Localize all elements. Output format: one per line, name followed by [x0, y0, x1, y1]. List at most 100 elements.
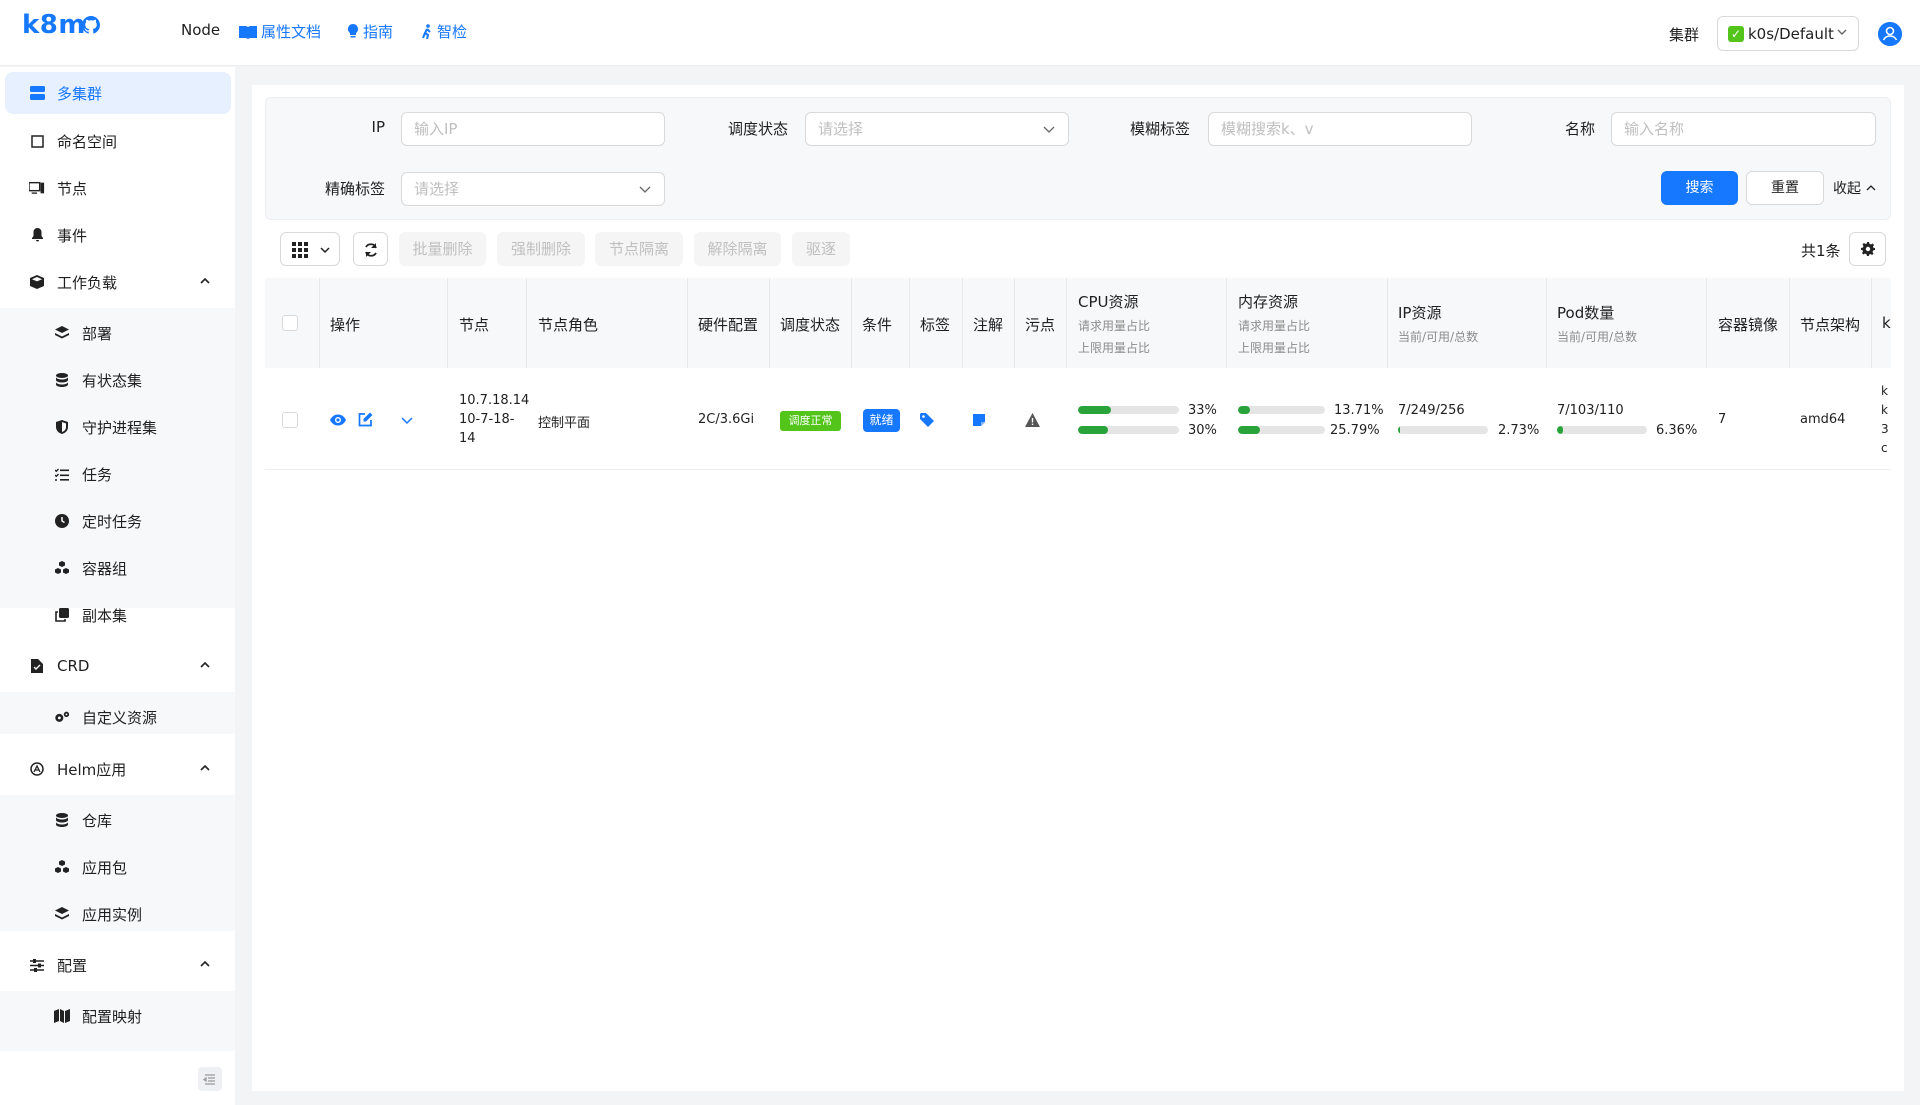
- sidebar-item-label: 配置: [57, 956, 88, 975]
- sidebar-item-config[interactable]: 配置: [5, 944, 231, 986]
- node-name-line3[interactable]: 14: [459, 431, 476, 446]
- schedule-status-badge: 调度正常: [780, 411, 841, 431]
- user-avatar-icon[interactable]: [1878, 22, 1902, 46]
- col-images[interactable]: 容器镜像: [1718, 314, 1778, 335]
- sidebar-item-crd[interactable]: CRD: [5, 645, 231, 687]
- nav-inspect[interactable]: 智检: [421, 21, 467, 42]
- view-eye-icon[interactable]: [330, 413, 346, 427]
- sidebar-item-label: 应用实例: [82, 905, 143, 924]
- cpu-limit-fill: [1078, 426, 1109, 434]
- clone-icon: [54, 607, 70, 623]
- nav-docs[interactable]: 属性文档: [239, 21, 321, 42]
- col-taints[interactable]: 污点: [1025, 314, 1055, 335]
- sidebar-item-helm[interactable]: Helm应用: [5, 748, 231, 790]
- ip-usage-fill: [1398, 426, 1401, 434]
- sidebar-item-custom-resources[interactable]: 自定义资源: [0, 696, 235, 738]
- clipped-text: 3: [1881, 422, 1889, 436]
- sidebar-item-daemonsets[interactable]: 守护进程集: [0, 406, 235, 448]
- app-logo[interactable]: k8m: [22, 10, 86, 40]
- col-labels[interactable]: 标签: [920, 314, 950, 335]
- drain-button[interactable]: 驱逐: [792, 232, 850, 266]
- chevron-up-icon: [200, 960, 210, 967]
- sidebar-item-label: 命名空间: [57, 132, 118, 151]
- sidebar-item-workloads[interactable]: 工作负载: [5, 261, 231, 303]
- col-memory[interactable]: 内存资源: [1238, 291, 1298, 312]
- sidebar-item-replicasets[interactable]: 副本集: [0, 594, 235, 636]
- col-arch[interactable]: 节点架构: [1800, 314, 1860, 335]
- sidebar-item-helm-charts[interactable]: 应用包: [0, 846, 235, 888]
- sched-select[interactable]: 请选择: [805, 112, 1069, 146]
- column-separator: [687, 278, 688, 368]
- row-checkbox[interactable]: [282, 412, 298, 428]
- chevron-down-icon: [1837, 29, 1847, 35]
- sidebar-item-namespace[interactable]: 命名空间: [5, 120, 231, 162]
- cordon-button[interactable]: 节点隔离: [595, 232, 683, 266]
- col-ip-sub: 当前/可用/总数: [1398, 330, 1479, 344]
- col-mem-sub1: 请求用量占比: [1238, 319, 1311, 333]
- sidebar-item-label: Helm应用: [57, 760, 127, 779]
- database-icon: [54, 812, 70, 828]
- cpu-request-fill: [1078, 406, 1112, 414]
- sidebar-collapse-button[interactable]: [198, 1067, 222, 1091]
- sidebar-item-label: CRD: [57, 657, 90, 675]
- sidebar-item-label: 守护进程集: [82, 418, 158, 437]
- name-input[interactable]: 输入名称: [1611, 112, 1876, 146]
- sidebar-item-pods[interactable]: 容器组: [0, 547, 235, 589]
- edit-icon[interactable]: [358, 412, 373, 427]
- col-role[interactable]: 节点角色: [538, 314, 598, 335]
- chevron-up-icon: [200, 277, 210, 284]
- force-delete-button[interactable]: 强制删除: [497, 232, 585, 266]
- nav-node[interactable]: Node: [181, 21, 220, 39]
- ip-label: IP: [371, 118, 385, 136]
- cube-icon: [29, 274, 45, 290]
- node-name-line2[interactable]: 10-7-18-: [459, 412, 514, 427]
- warning-icon[interactable]: [1025, 413, 1040, 427]
- node-name-line1[interactable]: 10.7.18.14: [459, 393, 529, 408]
- refresh-button[interactable]: [353, 232, 388, 266]
- col-cpu[interactable]: CPU资源: [1078, 291, 1139, 312]
- sidebar-item-cronjobs[interactable]: 定时任务: [0, 500, 235, 542]
- col-conditions[interactable]: 条件: [862, 314, 892, 335]
- sidebar-item-multicluster[interactable]: 多集群: [5, 72, 231, 114]
- fuzzy-input[interactable]: 模糊搜索k、v: [1208, 112, 1472, 146]
- sidebar-item-statefulsets[interactable]: 有状态集: [0, 359, 235, 401]
- cluster-select[interactable]: ✓ k0s/Default: [1717, 16, 1859, 51]
- chevron-down-icon[interactable]: [400, 415, 414, 425]
- sidebar-item-label: 事件: [57, 226, 88, 245]
- sidebar-item-helm-repo[interactable]: 仓库: [0, 799, 235, 841]
- mem-request-pct: 13.71%: [1334, 403, 1384, 418]
- column-view-button[interactable]: [280, 232, 340, 266]
- node-role: 控制平面: [538, 416, 591, 431]
- sidebar-item-helm-releases[interactable]: 应用实例: [0, 893, 235, 935]
- sidebar-item-configmaps[interactable]: 配置映射: [0, 995, 235, 1037]
- node-hardware: 2C/3.6Gi: [698, 412, 755, 427]
- batch-delete-button[interactable]: 批量删除: [399, 232, 486, 266]
- col-schedule[interactable]: 调度状态: [780, 314, 840, 335]
- ip-input[interactable]: 输入IP: [401, 112, 665, 146]
- table-settings-button[interactable]: [1849, 232, 1886, 266]
- sidebar-item-events[interactable]: 事件: [5, 214, 231, 256]
- search-button[interactable]: 搜索: [1661, 171, 1738, 205]
- tag-icon[interactable]: [920, 413, 935, 428]
- select-all-checkbox[interactable]: [282, 315, 298, 331]
- col-ip[interactable]: IP资源: [1398, 302, 1441, 323]
- sidebar-item-jobs[interactable]: 任务: [0, 453, 235, 495]
- image-count[interactable]: 7: [1718, 412, 1726, 427]
- ready-condition-badge[interactable]: 就绪: [863, 409, 900, 432]
- github-icon[interactable]: [82, 16, 100, 34]
- pod-usage-fill: [1557, 426, 1563, 434]
- col-node[interactable]: 节点: [459, 314, 489, 335]
- mem-limit-bar: [1238, 426, 1325, 434]
- uncordon-button[interactable]: 解除隔离: [694, 232, 781, 266]
- collapse-filter-link[interactable]: 收起: [1833, 178, 1877, 198]
- exact-select[interactable]: 请选择: [401, 172, 665, 206]
- sidebar-item-deployments[interactable]: 部署: [0, 312, 235, 354]
- col-hardware[interactable]: 硬件配置: [698, 314, 758, 335]
- pod-usage-bar: [1557, 426, 1647, 434]
- col-annotations[interactable]: 注解: [973, 314, 1003, 335]
- nav-guide[interactable]: 指南: [347, 21, 393, 42]
- sidebar-item-node[interactable]: 节点: [5, 167, 231, 209]
- note-icon[interactable]: [972, 413, 986, 427]
- reset-button[interactable]: 重置: [1746, 171, 1824, 205]
- col-pods[interactable]: Pod数量: [1557, 302, 1614, 323]
